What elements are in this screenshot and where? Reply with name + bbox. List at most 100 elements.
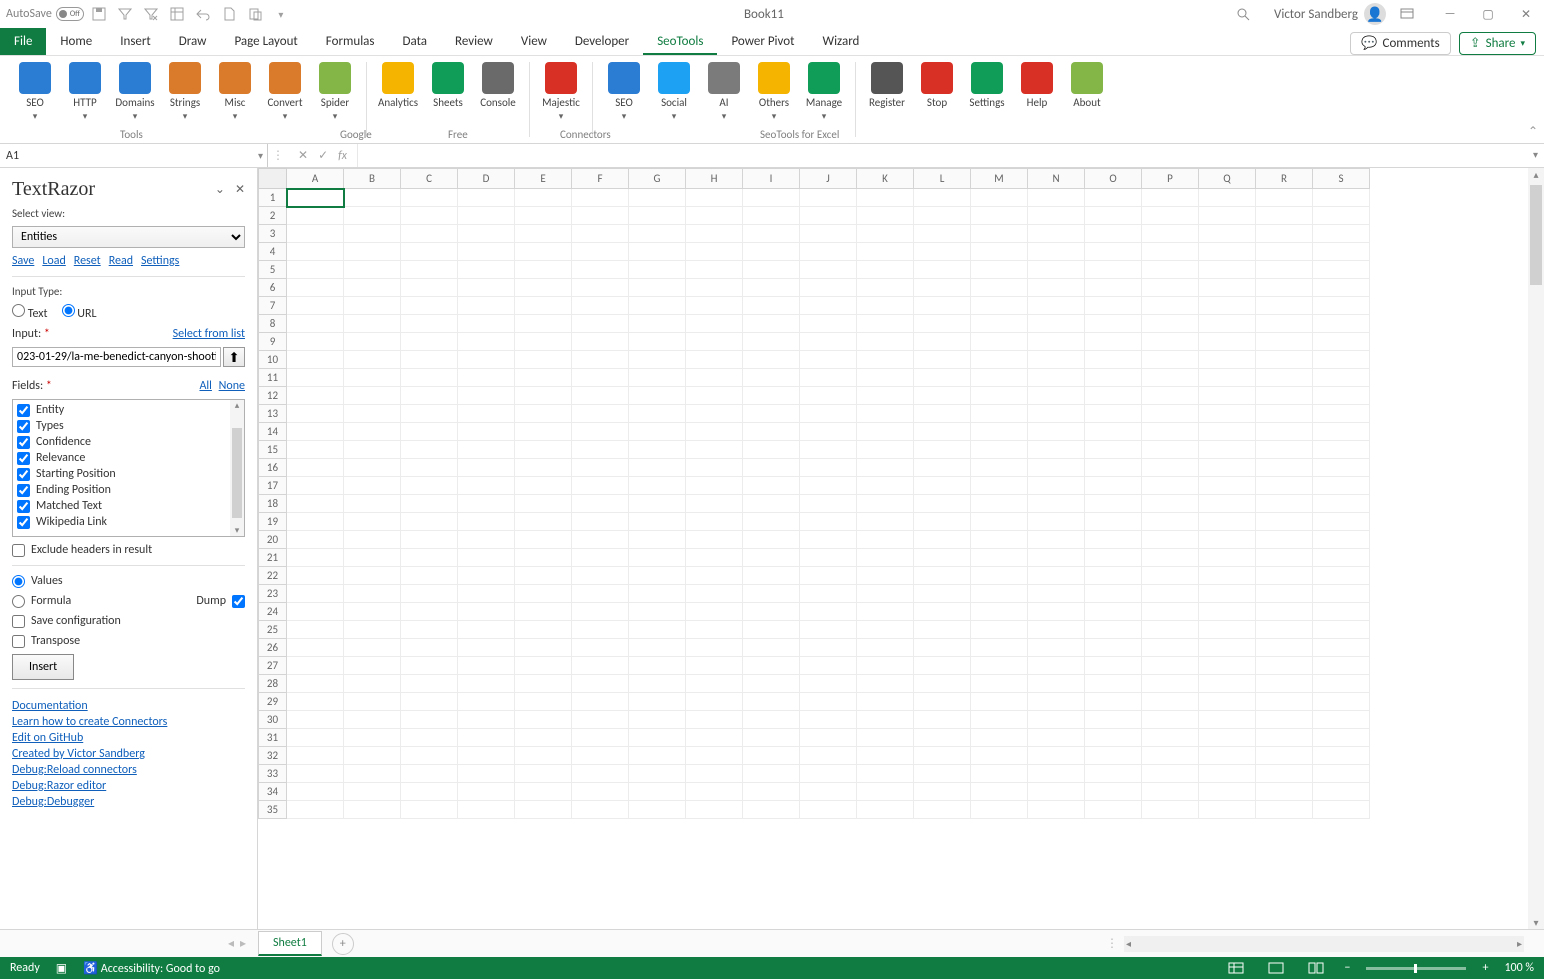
col-header[interactable]: L <box>914 169 971 189</box>
cell[interactable] <box>572 459 629 477</box>
radio-text[interactable]: Text <box>12 304 48 321</box>
cell[interactable] <box>914 495 971 513</box>
cell[interactable] <box>857 693 914 711</box>
cell[interactable] <box>743 297 800 315</box>
cell[interactable] <box>686 477 743 495</box>
cell[interactable] <box>971 333 1028 351</box>
cell[interactable] <box>914 675 971 693</box>
cell[interactable] <box>914 189 971 207</box>
cell[interactable] <box>1313 639 1370 657</box>
cell[interactable] <box>287 351 344 369</box>
cell[interactable] <box>1256 441 1313 459</box>
cell[interactable] <box>515 657 572 675</box>
ribbon-btn-manage[interactable]: Manage▾ <box>799 60 849 122</box>
cell[interactable] <box>401 441 458 459</box>
cell[interactable] <box>857 423 914 441</box>
cell[interactable] <box>629 621 686 639</box>
cell[interactable] <box>857 621 914 639</box>
cell[interactable] <box>515 279 572 297</box>
cell[interactable] <box>1142 189 1199 207</box>
ribbon-btn-misc[interactable]: Misc▾ <box>210 60 260 122</box>
cell[interactable] <box>1142 459 1199 477</box>
cell[interactable] <box>572 585 629 603</box>
cell[interactable] <box>515 387 572 405</box>
cell[interactable] <box>686 801 743 819</box>
cell[interactable] <box>401 225 458 243</box>
cell[interactable] <box>971 423 1028 441</box>
field-check[interactable] <box>17 436 30 449</box>
cell[interactable] <box>1313 567 1370 585</box>
cell[interactable] <box>1142 261 1199 279</box>
cell[interactable] <box>1313 495 1370 513</box>
cell[interactable] <box>1313 405 1370 423</box>
cell[interactable] <box>1142 549 1199 567</box>
cell[interactable] <box>800 189 857 207</box>
row-header[interactable]: 6 <box>259 279 287 297</box>
link-edit-github[interactable]: Edit on GitHub <box>12 731 245 745</box>
cell[interactable] <box>629 711 686 729</box>
row-header[interactable]: 5 <box>259 261 287 279</box>
cell[interactable] <box>1028 333 1085 351</box>
sheet-tab-active[interactable]: Sheet1 <box>258 931 322 956</box>
cell[interactable] <box>686 513 743 531</box>
cell[interactable] <box>857 675 914 693</box>
row-header[interactable]: 17 <box>259 477 287 495</box>
cell[interactable] <box>914 603 971 621</box>
maximize-icon[interactable]: ▢ <box>1476 7 1500 22</box>
cell[interactable] <box>1256 387 1313 405</box>
cell[interactable] <box>629 495 686 513</box>
cell[interactable] <box>914 279 971 297</box>
select-all-corner[interactable] <box>259 169 287 189</box>
cell[interactable] <box>1085 621 1142 639</box>
cell[interactable] <box>344 279 401 297</box>
cell[interactable] <box>971 693 1028 711</box>
cell[interactable] <box>629 315 686 333</box>
new-sheet-icon[interactable] <box>218 3 240 25</box>
cell[interactable] <box>1028 657 1085 675</box>
cell[interactable] <box>857 225 914 243</box>
cell[interactable] <box>401 549 458 567</box>
cell[interactable] <box>1142 279 1199 297</box>
cell[interactable] <box>287 657 344 675</box>
action-read[interactable]: Read <box>109 254 133 268</box>
ribbon-btn-http[interactable]: HTTP▾ <box>60 60 110 122</box>
cell[interactable] <box>1028 765 1085 783</box>
cell[interactable] <box>800 369 857 387</box>
cell[interactable] <box>800 603 857 621</box>
cell[interactable] <box>629 513 686 531</box>
filter-clear-icon[interactable] <box>140 3 162 25</box>
cell[interactable] <box>458 459 515 477</box>
cell[interactable] <box>1256 801 1313 819</box>
tab-developer[interactable]: Developer <box>561 28 643 55</box>
cell[interactable] <box>914 549 971 567</box>
cell[interactable] <box>1256 189 1313 207</box>
cell[interactable] <box>1085 297 1142 315</box>
cell[interactable] <box>1142 477 1199 495</box>
cell[interactable] <box>1142 423 1199 441</box>
col-header[interactable]: A <box>287 169 344 189</box>
cell[interactable] <box>1199 315 1256 333</box>
cell[interactable] <box>344 657 401 675</box>
cell[interactable] <box>572 261 629 279</box>
ribbon-btn-ai[interactable]: AI▾ <box>699 60 749 122</box>
cell[interactable] <box>914 783 971 801</box>
cell[interactable] <box>629 441 686 459</box>
cell[interactable] <box>1313 207 1370 225</box>
field-check[interactable] <box>17 516 30 529</box>
cell[interactable] <box>1313 459 1370 477</box>
cell[interactable] <box>629 387 686 405</box>
cell[interactable] <box>686 297 743 315</box>
tab-data[interactable]: Data <box>389 28 442 55</box>
cell[interactable] <box>287 711 344 729</box>
cell[interactable] <box>971 513 1028 531</box>
cell[interactable] <box>1028 441 1085 459</box>
cell[interactable] <box>572 225 629 243</box>
cell[interactable] <box>743 189 800 207</box>
cell[interactable] <box>287 333 344 351</box>
cell[interactable] <box>743 441 800 459</box>
row-header[interactable]: 3 <box>259 225 287 243</box>
filter-icon[interactable] <box>114 3 136 25</box>
cell[interactable] <box>1199 639 1256 657</box>
cell[interactable] <box>572 297 629 315</box>
ribbon-btn-spider[interactable]: Spider▾ <box>310 60 360 122</box>
